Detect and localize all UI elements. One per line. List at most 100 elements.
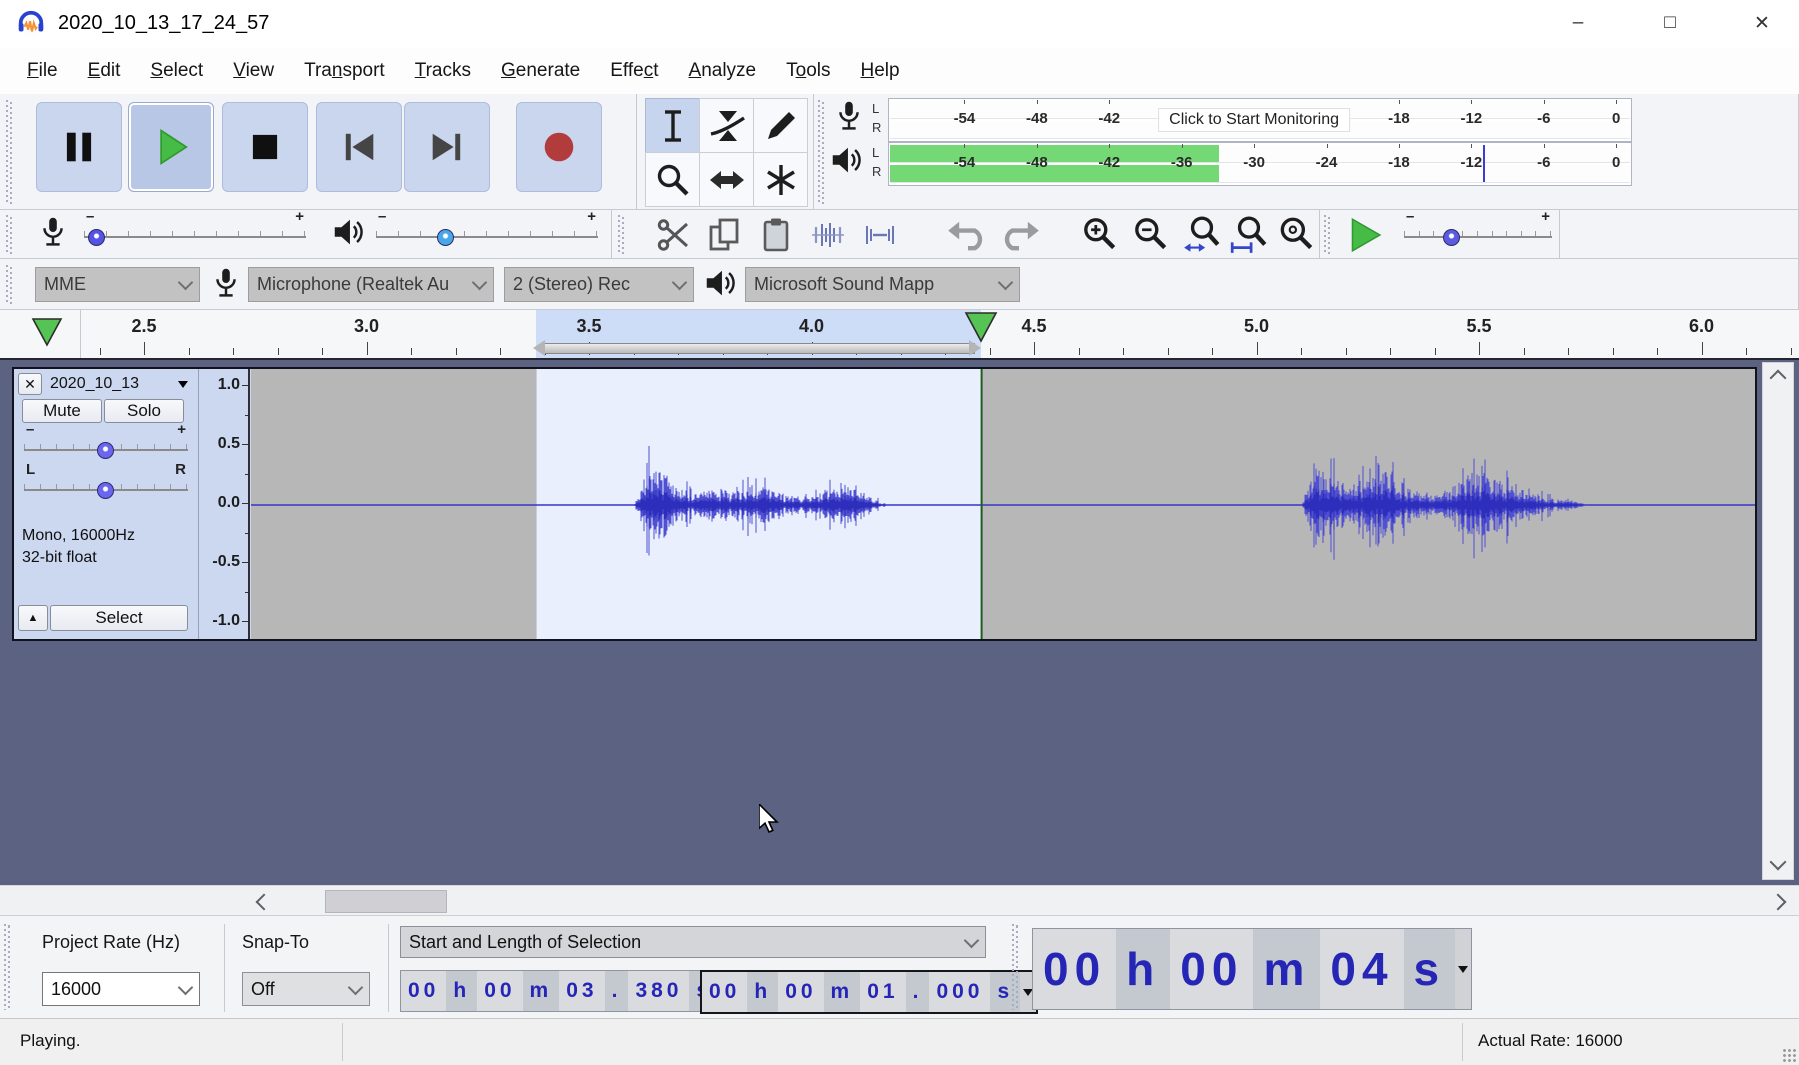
draw-tool-button[interactable] [753,98,808,153]
skip-to-start-button[interactable] [316,102,402,192]
menu-file[interactable]: File [12,54,73,88]
menu-generate[interactable]: Generate [486,54,595,88]
fit-project-button[interactable] [1225,213,1272,257]
recording-meter[interactable]: -54-48-42-18-12-60Click to Start Monitor… [888,98,1632,142]
time-unit[interactable]: . [906,972,930,1012]
recording-channels-dropdown[interactable]: 2 (Stereo) Rec [504,267,694,302]
selection-length-field[interactable]: 00h00m01.000s [700,970,1038,1014]
waveform-display[interactable] [251,369,1755,639]
microphone-icon[interactable] [830,98,868,136]
project-rate-dropdown[interactable]: 16000 [42,972,200,1006]
playback-device-dropdown[interactable]: Microsoft Sound Mapp [745,267,1020,302]
menu-analyze[interactable]: Analyze [674,54,772,88]
toolbar-grip[interactable] [618,215,625,254]
pause-button[interactable] [36,102,122,192]
stop-button[interactable] [222,102,308,192]
track-close-button[interactable]: ✕ [18,373,42,395]
scroll-down-icon[interactable] [1770,854,1787,871]
cut-button[interactable] [650,213,697,257]
time-digit-group[interactable]: 04 [1320,929,1403,1009]
time-digit-group[interactable]: 00 [401,971,446,1011]
resize-grip[interactable] [1782,1048,1796,1062]
scroll-left-icon[interactable] [256,894,273,911]
pan-slider-thumb[interactable] [97,482,114,499]
toolbar-grip[interactable] [1012,924,1019,1010]
play-button[interactable] [128,102,214,192]
time-unit[interactable]: s [1404,929,1456,1009]
menu-effect[interactable]: Effect [595,54,673,88]
play-at-speed-button[interactable] [1338,213,1388,257]
scroll-right-icon[interactable] [1770,894,1787,911]
play-speed-slider[interactable]: – + [1404,212,1552,248]
time-digit-group[interactable]: 000 [929,972,990,1012]
time-shift-tool-button[interactable] [699,152,754,207]
speaker-icon[interactable] [828,142,866,180]
track-collapse-button[interactable]: ▲ [18,605,48,631]
toolbar-grip[interactable] [1324,215,1331,254]
selection-start-field[interactable]: 00h00m03.380s [400,970,736,1012]
time-unit[interactable]: m [824,972,861,1012]
vertical-scrollbar[interactable] [1762,362,1794,880]
gain-slider[interactable]: – + [24,425,188,461]
zoom-tool-button[interactable] [645,152,700,207]
selection-tool-button[interactable] [645,98,700,153]
recording-device-dropdown[interactable]: Microphone (Realtek Au [248,267,494,302]
audio-host-dropdown[interactable]: MME [35,267,200,302]
track-menu-button[interactable]: 2020_10_13 [44,373,194,395]
zoom-to-selection-button[interactable] [1178,213,1225,257]
selection-mode-dropdown[interactable]: Start and Length of Selection [400,926,986,958]
track-select-button[interactable]: Select [50,605,188,631]
timeline-ruler[interactable]: 2.53.03.54.04.55.05.56.0 [0,310,1799,360]
zoom-in-button[interactable] [1076,213,1123,257]
skip-to-end-button[interactable] [404,102,490,192]
multi-tool-button[interactable] [753,152,808,207]
menu-tools[interactable]: Tools [771,54,845,88]
solo-button[interactable]: Solo [104,399,184,423]
playhead-marker[interactable] [963,311,999,350]
menu-view[interactable]: View [218,54,289,88]
time-unit[interactable]: h [747,972,778,1012]
copy-button[interactable] [700,213,747,257]
toolbar-grip[interactable] [4,924,11,1010]
zoom-toggle-button[interactable] [1272,213,1319,257]
scroll-up-icon[interactable] [1770,370,1787,387]
time-digit-group[interactable]: 03 [559,971,604,1011]
pan-slider[interactable]: L R [24,465,188,501]
trim-audio-button[interactable] [804,213,851,257]
maximize-button[interactable]: □ [1644,0,1696,46]
horizontal-scrollbar[interactable] [0,885,1799,915]
gain-slider-thumb[interactable] [97,442,114,459]
time-digit-group[interactable]: 00 [477,971,522,1011]
menu-help[interactable]: Help [845,54,914,88]
menu-select[interactable]: Select [135,54,218,88]
playback-volume-slider-thumb[interactable] [437,229,454,246]
recording-volume-slider-thumb[interactable] [88,229,105,246]
snap-to-dropdown[interactable]: Off [242,972,370,1006]
time-unit[interactable]: h [1116,929,1170,1009]
audio-position-field[interactable]: 00h00m04s [1032,928,1472,1010]
toolbar-grip[interactable] [6,100,13,204]
time-digit-group[interactable]: 00 [1033,929,1116,1009]
menu-transport[interactable]: Transport [289,54,400,88]
horizontal-scroll-thumb[interactable] [325,890,447,913]
time-unit[interactable]: m [1253,929,1320,1009]
time-unit[interactable]: h [446,971,477,1011]
close-button[interactable]: ✕ [1736,0,1788,46]
time-digit-group[interactable]: 00 [702,972,747,1012]
time-unit[interactable]: . [605,971,629,1011]
time-digit-group[interactable]: 380 [628,971,689,1011]
quick-play-bar[interactable] [544,343,975,354]
envelope-tool-button[interactable] [699,98,754,153]
playback-meter[interactable]: -54-48-42-36-30-24-18-12-60 [888,142,1632,186]
time-unit[interactable]: m [523,971,560,1011]
recording-volume-slider[interactable]: – + [84,212,306,248]
zoom-out-button[interactable] [1127,213,1174,257]
minimize-button[interactable]: – [1552,0,1604,46]
mute-button[interactable]: Mute [22,399,102,423]
menu-edit[interactable]: Edit [73,54,136,88]
playback-volume-slider[interactable]: – + [376,212,598,248]
time-format-dropdown-icon[interactable] [1455,929,1471,1009]
time-digit-group[interactable]: 01 [860,972,905,1012]
timeline-options-button[interactable] [30,317,64,354]
play-speed-slider-thumb[interactable] [1443,229,1460,246]
